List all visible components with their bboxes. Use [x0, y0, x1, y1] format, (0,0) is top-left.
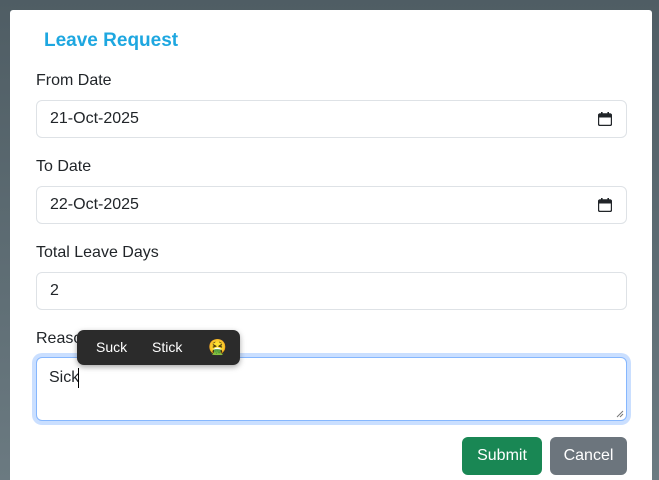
calendar-icon[interactable] [598, 112, 612, 126]
resize-handle-icon[interactable] [616, 410, 624, 418]
from-date-value: 21-Oct-2025 [50, 110, 139, 127]
total-days-value: 2 [50, 282, 59, 299]
autocorrect-suggestions-popup: Suck Stick 🤮 [77, 330, 240, 365]
leave-request-dialog: Leave Request From Date 21-Oct-2025 To D… [10, 10, 652, 480]
text-caret [78, 368, 79, 388]
submit-button[interactable]: Submit [462, 437, 542, 475]
from-date-input[interactable]: 21-Oct-2025 [36, 100, 627, 138]
calendar-icon[interactable] [598, 198, 612, 212]
to-date-input[interactable]: 22-Oct-2025 [36, 186, 627, 224]
suggestion-suck[interactable]: Suck [96, 339, 127, 355]
reason-textarea[interactable]: Sick [36, 357, 627, 421]
total-days-input[interactable]: 2 [36, 272, 627, 310]
to-date-label: To Date [36, 158, 92, 175]
from-date-label: From Date [36, 72, 112, 89]
total-days-label: Total Leave Days [36, 244, 159, 261]
dialog-title: Leave Request [44, 30, 179, 51]
cancel-button[interactable]: Cancel [550, 437, 627, 475]
suggestion-emoji-icon[interactable]: 🤮 [208, 338, 227, 356]
to-date-value: 22-Oct-2025 [50, 196, 139, 213]
reason-value: Sick [49, 369, 80, 386]
suggestion-stick[interactable]: Stick [152, 339, 182, 355]
